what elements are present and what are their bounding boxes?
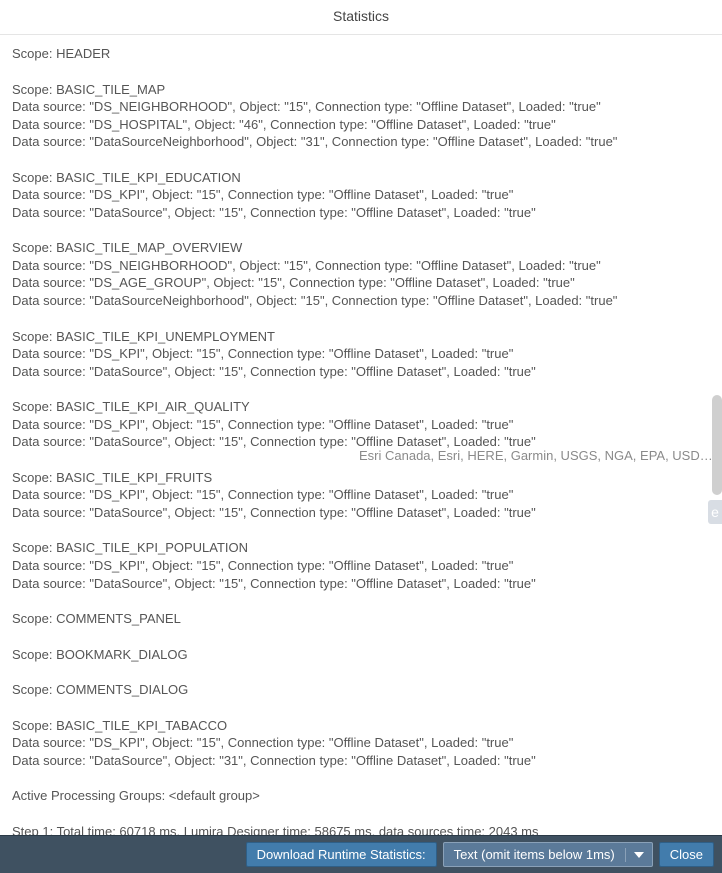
active-processing-groups: Active Processing Groups: <default group… bbox=[12, 787, 710, 805]
data-source-line: Data source: "DS_KPI", Object: "15", Con… bbox=[12, 734, 710, 752]
data-source-line: Data source: "DataSource", Object: "15",… bbox=[12, 363, 710, 381]
data-source-line: Data source: "DS_HOSPITAL", Object: "46"… bbox=[12, 116, 710, 134]
data-source-line: Data source: "DS_KPI", Object: "15", Con… bbox=[12, 486, 710, 504]
data-source-line: Data source: "DataSource", Object: "15",… bbox=[12, 575, 710, 593]
format-dropdown[interactable]: Text (omit items below 1ms) bbox=[443, 842, 653, 867]
data-source-line: Data source: "DS_KPI", Object: "15", Con… bbox=[12, 345, 710, 363]
data-source-line: Data source: "DS_KPI", Object: "15", Con… bbox=[12, 186, 710, 204]
scope-heading: Scope: BOOKMARK_DIALOG bbox=[12, 646, 710, 664]
timing-step: Step 1: Total time: 60718 ms, Lumira Des… bbox=[12, 823, 710, 835]
dialog-footer: Download Runtime Statistics: Text (omit … bbox=[0, 835, 722, 873]
data-source-line: Data source: "DataSource", Object: "31",… bbox=[12, 752, 710, 770]
side-tab[interactable]: e bbox=[708, 500, 722, 524]
scope-heading: Scope: BASIC_TILE_KPI_POPULATION bbox=[12, 539, 710, 557]
data-source-line: Data source: "DS_NEIGHBORHOOD", Object: … bbox=[12, 98, 710, 116]
scope-heading: Scope: BASIC_TILE_KPI_TABACCO bbox=[12, 717, 710, 735]
scope-heading: Scope: BASIC_TILE_KPI_FRUITS bbox=[12, 469, 710, 487]
scope-heading: Scope: BASIC_TILE_MAP_OVERVIEW bbox=[12, 239, 710, 257]
scope-heading: Scope: COMMENTS_PANEL bbox=[12, 610, 710, 628]
scope-heading: Scope: HEADER bbox=[12, 45, 710, 63]
data-source-line: Data source: "DataSource", Object: "15",… bbox=[12, 504, 710, 522]
data-source-line: Data source: "DataSourceNeighborhood", O… bbox=[12, 133, 710, 151]
data-source-line: Data source: "DS_NEIGHBORHOOD", Object: … bbox=[12, 257, 710, 275]
dialog-title: Statistics bbox=[0, 0, 722, 35]
statistics-content: Scope: HEADERScope: BASIC_TILE_MAPData s… bbox=[0, 35, 722, 835]
data-source-line: Data source: "DataSourceNeighborhood", O… bbox=[12, 292, 710, 310]
data-source-line: Data source: "DS_KPI", Object: "15", Con… bbox=[12, 557, 710, 575]
scope-heading: Scope: BASIC_TILE_KPI_EDUCATION bbox=[12, 169, 710, 187]
chevron-down-icon bbox=[625, 848, 652, 862]
data-source-line: Data source: "DataSource", Object: "15",… bbox=[12, 433, 710, 451]
scope-heading: Scope: COMMENTS_DIALOG bbox=[12, 681, 710, 699]
scope-heading: Scope: BASIC_TILE_MAP bbox=[12, 81, 710, 99]
scope-heading: Scope: BASIC_TILE_KPI_UNEMPLOYMENT bbox=[12, 328, 710, 346]
format-dropdown-label: Text (omit items below 1ms) bbox=[444, 843, 625, 866]
scope-heading: Scope: BASIC_TILE_KPI_AIR_QUALITY bbox=[12, 398, 710, 416]
data-source-line: Data source: "DataSource", Object: "15",… bbox=[12, 204, 710, 222]
data-source-line: Data source: "DS_KPI", Object: "15", Con… bbox=[12, 416, 710, 434]
close-button[interactable]: Close bbox=[659, 842, 714, 867]
scrollbar-thumb[interactable] bbox=[712, 395, 722, 495]
download-runtime-statistics-button[interactable]: Download Runtime Statistics: bbox=[246, 842, 437, 867]
data-source-line: Data source: "DS_AGE_GROUP", Object: "15… bbox=[12, 274, 710, 292]
